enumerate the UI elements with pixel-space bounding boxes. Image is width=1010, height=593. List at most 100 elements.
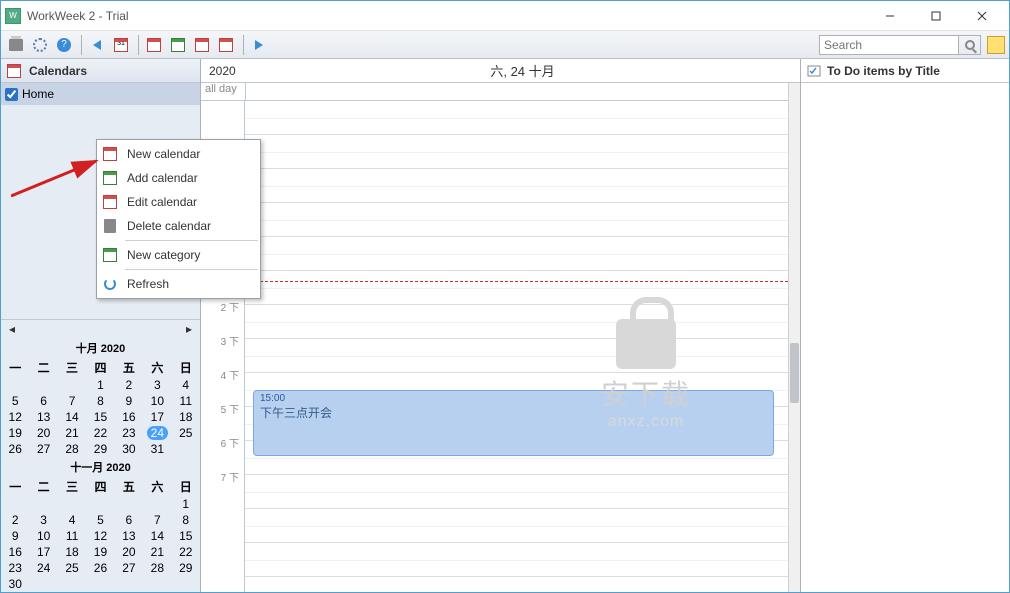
minical-day[interactable]: 3 — [143, 377, 171, 393]
calendar-event[interactable]: 15:00 下午三点开会 — [253, 390, 774, 456]
search-input[interactable] — [819, 35, 959, 55]
minical-day[interactable]: 8 — [86, 393, 114, 409]
minical-day[interactable]: 15 — [86, 409, 114, 425]
minical-day[interactable]: 6 — [115, 512, 143, 528]
minical-day[interactable]: 18 — [58, 544, 86, 560]
hour-slot[interactable] — [245, 237, 788, 271]
minical-day[interactable]: 12 — [1, 409, 29, 425]
hour-slot[interactable] — [245, 475, 788, 509]
settings-button[interactable] — [29, 34, 51, 56]
hour-slot[interactable] — [245, 543, 788, 577]
maximize-button[interactable] — [913, 2, 959, 30]
minical-day[interactable]: 16 — [1, 544, 29, 560]
minical-day[interactable]: 4 — [58, 512, 86, 528]
view-day-button[interactable] — [143, 34, 165, 56]
minical-day[interactable]: 31 — [143, 441, 171, 457]
minical-day[interactable]: 5 — [86, 512, 114, 528]
menu-item-add-calendar[interactable]: Add calendar — [97, 166, 260, 190]
minical-day[interactable]: 17 — [143, 409, 171, 425]
hour-slot[interactable] — [245, 577, 788, 592]
minical-day[interactable]: 21 — [58, 425, 86, 441]
minical-day[interactable]: 10 — [29, 528, 57, 544]
minical-day[interactable]: 22 — [86, 425, 114, 441]
minical-day[interactable]: 8 — [172, 512, 200, 528]
minical-day[interactable]: 23 — [1, 560, 29, 576]
hour-slot[interactable] — [245, 305, 788, 339]
minical-day[interactable]: 9 — [115, 393, 143, 409]
menu-item-new-category[interactable]: New category — [97, 243, 260, 267]
minical-day[interactable]: 10 — [143, 393, 171, 409]
minical-day[interactable]: 22 — [172, 544, 200, 560]
view-month-button[interactable] — [191, 34, 213, 56]
print-button[interactable] — [5, 34, 27, 56]
minical-day[interactable]: 3 — [29, 512, 57, 528]
minical-prev[interactable]: ◂ — [9, 322, 15, 336]
hour-slot[interactable] — [245, 135, 788, 169]
scrollbar-thumb[interactable] — [790, 343, 799, 403]
minical-day[interactable]: 12 — [86, 528, 114, 544]
minical-day[interactable]: 25 — [172, 425, 200, 441]
view-list-button[interactable] — [215, 34, 237, 56]
minical-day[interactable]: 27 — [29, 441, 57, 457]
minical-day[interactable]: 1 — [172, 496, 200, 512]
sticky-note-button[interactable] — [987, 36, 1005, 54]
close-button[interactable] — [959, 2, 1005, 30]
minical-day[interactable]: 30 — [115, 441, 143, 457]
help-button[interactable]: ? — [53, 34, 75, 56]
minical-day[interactable]: 26 — [86, 560, 114, 576]
minical-day[interactable]: 9 — [1, 528, 29, 544]
minical-day[interactable]: 6 — [29, 393, 57, 409]
minical-day[interactable]: 2 — [115, 377, 143, 393]
minical-day[interactable]: 18 — [172, 409, 200, 425]
minical-day[interactable]: 24 — [143, 425, 171, 441]
minical-day[interactable]: 20 — [115, 544, 143, 560]
hour-slot[interactable] — [245, 339, 788, 373]
nav-forward-button[interactable] — [248, 34, 270, 56]
menu-item-refresh[interactable]: Refresh — [97, 272, 260, 296]
menu-item-delete-calendar[interactable]: Delete calendar — [97, 214, 260, 238]
view-week-button[interactable] — [167, 34, 189, 56]
minical-day[interactable]: 23 — [115, 425, 143, 441]
minical-day[interactable]: 20 — [29, 425, 57, 441]
mini-calendar-nov[interactable]: 十一月 2020 一二三四五六日 12345678910111213141516… — [1, 457, 200, 592]
day-header[interactable]: 六, 24 十月 — [245, 61, 800, 80]
menu-item-new-calendar[interactable]: New calendar — [97, 142, 260, 166]
minical-day[interactable]: 21 — [143, 544, 171, 560]
minimize-button[interactable] — [867, 2, 913, 30]
hour-slot[interactable] — [245, 169, 788, 203]
minical-day[interactable]: 17 — [29, 544, 57, 560]
minical-day[interactable]: 29 — [172, 560, 200, 576]
minical-day[interactable]: 13 — [29, 409, 57, 425]
search-button[interactable] — [959, 35, 981, 55]
minical-day[interactable]: 2 — [1, 512, 29, 528]
minical-day[interactable]: 30 — [1, 576, 29, 592]
minical-day[interactable]: 4 — [172, 377, 200, 393]
allday-area[interactable] — [245, 83, 800, 100]
minical-day[interactable]: 26 — [1, 441, 29, 457]
minical-day[interactable]: 7 — [143, 512, 171, 528]
minical-day[interactable]: 27 — [115, 560, 143, 576]
minical-day[interactable]: 13 — [115, 528, 143, 544]
minical-day[interactable]: 11 — [172, 393, 200, 409]
minical-day[interactable]: 7 — [58, 393, 86, 409]
hour-slot[interactable] — [245, 101, 788, 135]
vertical-scrollbar[interactable] — [788, 83, 800, 592]
minical-day[interactable]: 1 — [86, 377, 114, 393]
calendar-item-home[interactable]: Home — [1, 83, 200, 105]
hour-slot[interactable] — [245, 203, 788, 237]
minical-next[interactable]: ▸ — [186, 322, 192, 336]
minical-day[interactable]: 25 — [58, 560, 86, 576]
minical-day[interactable]: 28 — [58, 441, 86, 457]
hour-slot[interactable] — [245, 271, 788, 305]
nav-back-button[interactable] — [86, 34, 108, 56]
minical-day[interactable]: 19 — [1, 425, 29, 441]
minical-day[interactable]: 14 — [143, 528, 171, 544]
mini-calendar-oct[interactable]: 十月 2020 一二三四五六日 123456789101112131415161… — [1, 338, 200, 457]
hour-slot[interactable] — [245, 509, 788, 543]
today-button[interactable]: 31 — [110, 34, 132, 56]
minical-day[interactable]: 15 — [172, 528, 200, 544]
minical-day[interactable]: 28 — [143, 560, 171, 576]
minical-day[interactable]: 19 — [86, 544, 114, 560]
menu-item-edit-calendar[interactable]: Edit calendar — [97, 190, 260, 214]
minical-day[interactable]: 5 — [1, 393, 29, 409]
